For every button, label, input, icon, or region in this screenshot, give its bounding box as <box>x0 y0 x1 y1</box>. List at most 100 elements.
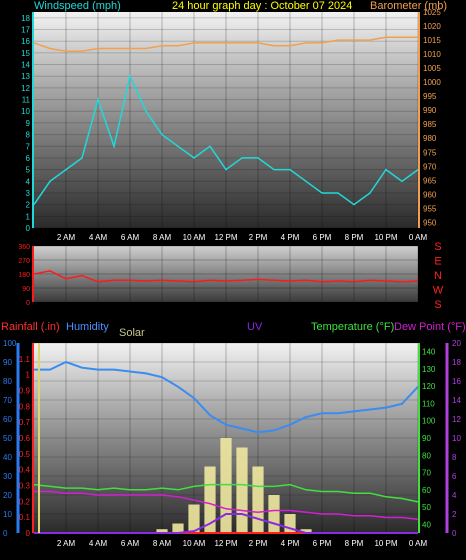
barometer-tick-label: 975 <box>423 148 437 157</box>
time-tick-label: 8 PM <box>345 539 364 548</box>
wind-tick-label: 18 <box>21 14 30 23</box>
rainfall-tick-label: 1.1 <box>19 355 31 364</box>
dewpoint-axis-title: Dew Point (°F) <box>394 321 466 333</box>
rainfall-tick-label: 0.7 <box>19 418 31 427</box>
time-tick-label: 8 AM <box>153 539 172 548</box>
time-tick-label: 10 AM <box>183 233 206 242</box>
solar-bar <box>220 438 232 533</box>
temperature-tick-label: 130 <box>422 365 436 374</box>
time-tick-label: 0 AM <box>409 539 428 548</box>
barometer-tick-label: 970 <box>423 162 437 171</box>
chart-title: 24 hour graph day : October 07 2024 <box>172 0 352 12</box>
wind-tick-label: 14 <box>21 61 30 70</box>
time-tick-label: 10 PM <box>374 539 397 548</box>
barometer-tick-label: 1015 <box>423 36 441 45</box>
direction-tick-label: 360 <box>18 244 30 251</box>
rainfall-tick-label: 1 <box>26 371 31 380</box>
rainfall-tick-label: 0.3 <box>19 482 31 491</box>
uv-tick-label: 4 <box>452 491 457 500</box>
wind-tick-label: 7 <box>26 142 31 151</box>
temperature-axis-title: Temperature (°F) <box>311 321 394 333</box>
wind-tick-label: 6 <box>26 154 31 163</box>
time-tick-label: 6 AM <box>121 539 140 548</box>
temperature-tick-label: 40 <box>422 520 431 529</box>
humidity-axis-title: Humidity <box>66 321 109 333</box>
uv-tick-label: 14 <box>452 396 461 405</box>
humidity-tick-label: 100 <box>3 339 17 348</box>
rainfall-tick-label: 0.5 <box>19 450 31 459</box>
weather-graph: Windspeed (mph) 24 hour graph day : Octo… <box>1 0 466 548</box>
wind-tick-label: 16 <box>21 37 30 46</box>
temperature-tick-label: 60 <box>422 486 431 495</box>
humidity-tick-label: 0 <box>3 529 8 538</box>
humidity-tick-label: 10 <box>3 510 12 519</box>
barometer-tick-label: 985 <box>423 120 437 129</box>
barometer-tick-label: 950 <box>423 218 437 227</box>
barometer-tick-label: 1020 <box>423 22 441 31</box>
barometer-tick-label: 1010 <box>423 50 441 59</box>
uv-tick-label: 0 <box>452 529 457 538</box>
wind-tick-label: 5 <box>26 166 31 175</box>
time-tick-label: 2 AM <box>57 539 76 548</box>
humidity-tick-label: 70 <box>3 396 12 405</box>
wind-tick-label: 0 <box>26 224 31 233</box>
barometer-tick-label: 980 <box>423 134 437 143</box>
humidity-tick-label: 60 <box>3 415 12 424</box>
time-tick-label: 8 AM <box>153 233 172 242</box>
barometer-tick-label: 1005 <box>423 64 441 73</box>
wind-tick-label: 13 <box>21 72 30 81</box>
time-tick-label: 2 AM <box>57 233 76 242</box>
time-tick-label: 8 PM <box>345 233 364 242</box>
direction-tick-label: 270 <box>18 258 30 265</box>
time-tick-label: 6 PM <box>313 233 332 242</box>
barometer-tick-label: 960 <box>423 190 437 199</box>
solar-bar <box>236 447 248 533</box>
uv-axis-title: UV <box>247 321 263 333</box>
wind-axis-title: Windspeed (mph) <box>34 0 121 12</box>
rainfall-tick-label: 0.8 <box>19 402 31 411</box>
direction-tick-label: 90 <box>22 286 30 293</box>
humidity-tick-label: 80 <box>3 377 12 386</box>
uv-tick-label: 16 <box>452 377 461 386</box>
barometer-tick-label: 995 <box>423 92 437 101</box>
temperature-tick-label: 120 <box>422 382 436 391</box>
compass-label: W <box>433 285 444 297</box>
time-tick-label: 12 PM <box>214 233 237 242</box>
uv-tick-label: 6 <box>452 472 457 481</box>
humidity-tick-label: 40 <box>3 453 12 462</box>
wind-tick-label: 10 <box>21 107 30 116</box>
uv-tick-label: 12 <box>452 415 461 424</box>
rainfall-tick-label: 0.1 <box>19 513 31 522</box>
direction-tick-label: 180 <box>18 272 30 279</box>
wind-tick-label: 4 <box>26 177 31 186</box>
humidity-tick-label: 50 <box>3 434 12 443</box>
direction-tick-label: 0 <box>26 300 30 307</box>
wind-tick-label: 2 <box>26 201 31 210</box>
time-tick-label: 2 PM <box>249 539 268 548</box>
time-tick-label: 10 PM <box>374 233 397 242</box>
time-tick-label: 6 PM <box>313 539 332 548</box>
time-tick-label: 0 AM <box>409 233 428 242</box>
temperature-tick-label: 90 <box>422 434 431 443</box>
time-tick-label: 4 AM <box>89 539 108 548</box>
solar-axis-title: Solar <box>119 327 145 339</box>
temperature-tick-label: 70 <box>422 469 431 478</box>
rainfall-tick-label: 0 <box>26 529 31 538</box>
barometer-tick-label: 965 <box>423 176 437 185</box>
uv-tick-label: 8 <box>452 453 457 462</box>
solar-bar <box>252 466 264 533</box>
time-tick-label: 12 PM <box>214 539 237 548</box>
temperature-tick-label: 80 <box>422 451 431 460</box>
rainfall-axis-title: Rainfall (.in) <box>1 321 60 333</box>
wind-tick-label: 9 <box>26 119 31 128</box>
barometer-tick-label: 955 <box>423 204 437 213</box>
compass-label: S <box>434 241 441 253</box>
humidity-tick-label: 20 <box>3 491 12 500</box>
time-tick-label: 10 AM <box>183 539 206 548</box>
humidity-tick-label: 90 <box>3 358 12 367</box>
temperature-tick-label: 50 <box>422 503 431 512</box>
time-tick-label: 2 PM <box>249 233 268 242</box>
solar-bar <box>268 495 280 533</box>
rainfall-tick-label: 0.6 <box>19 434 31 443</box>
time-tick-label: 4 PM <box>281 233 300 242</box>
